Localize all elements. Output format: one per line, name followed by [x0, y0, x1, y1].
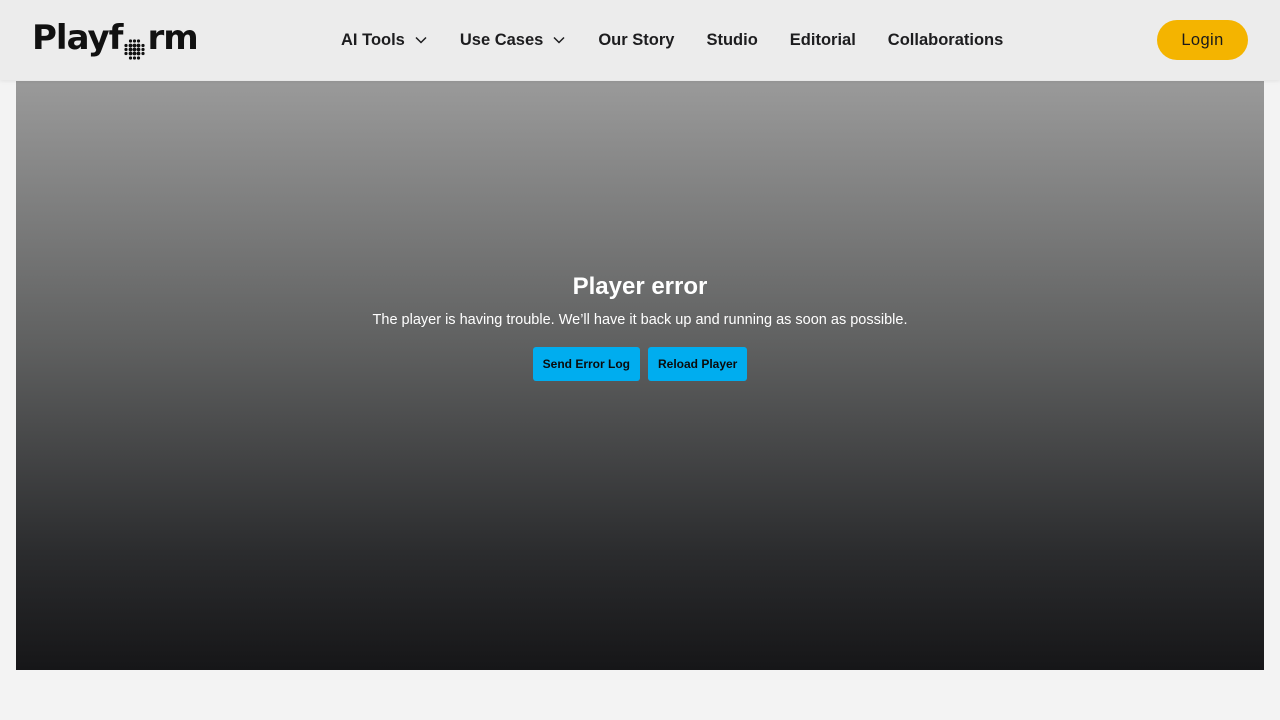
logo-dot-grid-icon — [123, 30, 146, 60]
nav-item-label: AI Tools — [341, 30, 405, 49]
playform-logo[interactable]: Playf rm — [32, 18, 199, 60]
nav-item-our-story[interactable]: Our Story — [582, 20, 690, 60]
login-button[interactable]: Login — [1157, 20, 1248, 60]
logo-text-prefix: Playf — [32, 18, 123, 58]
nav-item-use-cases[interactable]: Use Cases — [444, 20, 582, 60]
video-player[interactable]: Player error The player is having troubl… — [16, 81, 1264, 670]
player-error-actions: Send Error Log Reload Player — [16, 347, 1264, 381]
player-error-message: The player is having trouble. We’ll have… — [372, 312, 908, 328]
site-header: Playf rm AI Tools Use Cases Our Story St… — [0, 0, 1280, 80]
nav-item-editorial[interactable]: Editorial — [774, 20, 872, 60]
chevron-down-icon — [414, 33, 428, 47]
nav-item-studio[interactable]: Studio — [690, 20, 773, 60]
nav-item-label: Editorial — [789, 30, 856, 49]
nav-item-collaborations[interactable]: Collaborations — [872, 20, 1020, 60]
nav-item-ai-tools[interactable]: AI Tools — [325, 20, 444, 60]
nav-item-label: Use Cases — [459, 30, 544, 49]
reload-player-button[interactable]: Reload Player — [647, 347, 748, 381]
nav-item-label: Our Story — [598, 30, 675, 49]
send-error-log-button[interactable]: Send Error Log — [532, 347, 640, 381]
nav-item-label: Collaborations — [887, 30, 1004, 49]
logo-text-suffix: rm — [147, 18, 198, 58]
player-error-title: Player error — [572, 273, 708, 300]
main-nav: AI Tools Use Cases Our Story Studio Edit… — [325, 0, 1019, 80]
chevron-down-icon — [552, 33, 566, 47]
player-error-panel: Player error The player is having troubl… — [16, 271, 1264, 381]
nav-item-label: Studio — [706, 30, 758, 49]
